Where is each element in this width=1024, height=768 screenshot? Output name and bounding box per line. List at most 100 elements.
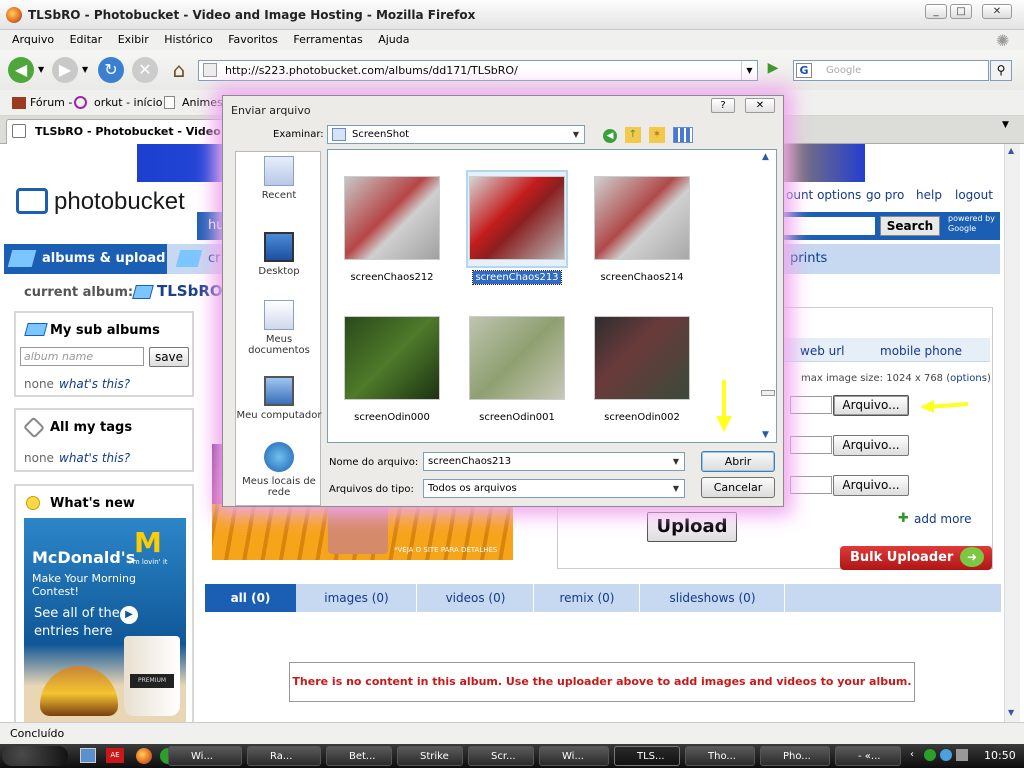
file-scroll-thumb[interactable] bbox=[761, 390, 775, 396]
place-my-documents[interactable]: Meus documentos bbox=[236, 300, 322, 356]
taskbar-item-active[interactable]: TLS... bbox=[614, 746, 680, 766]
filename-dropdown-icon[interactable]: ▼ bbox=[669, 454, 683, 469]
dialog-help-button[interactable]: ? bbox=[711, 98, 735, 113]
menu-favoritos[interactable]: Favoritos bbox=[228, 33, 278, 46]
link-go-pro[interactable]: go pro bbox=[866, 188, 904, 202]
tray-network-icon[interactable] bbox=[940, 749, 952, 761]
taskbar-item-6[interactable]: Wi... bbox=[539, 746, 609, 766]
filetype-dropdown-icon[interactable]: ▼ bbox=[669, 481, 683, 496]
start-button[interactable] bbox=[2, 746, 68, 766]
look-in-dropdown-icon[interactable]: ▼ bbox=[569, 127, 583, 142]
back-icon[interactable]: ◀ bbox=[8, 57, 34, 83]
sub-albums-whats-this[interactable]: what's this? bbox=[59, 377, 130, 391]
maximize-button[interactable]: □ bbox=[950, 4, 972, 19]
file-thumb-chaos213[interactable] bbox=[469, 176, 565, 260]
open-button[interactable]: Abrir bbox=[701, 451, 775, 472]
tab-create-stub[interactable]: cr bbox=[208, 251, 221, 266]
tags-whats-this[interactable]: what's this? bbox=[59, 451, 130, 465]
page-scrollbar[interactable]: ▲ ▼ bbox=[1004, 144, 1020, 722]
taskbar-item-4[interactable]: Strike bbox=[397, 746, 463, 766]
stop-icon[interactable]: ✕ bbox=[132, 57, 158, 83]
home-icon[interactable]: ⌂ bbox=[166, 57, 192, 83]
dialog-close-button[interactable]: ✕ bbox=[745, 98, 775, 113]
taskbar-item-8[interactable]: Tho... bbox=[685, 746, 755, 766]
filter-all[interactable]: all (0) bbox=[205, 584, 296, 612]
tab-list-icon[interactable]: ▼ bbox=[1002, 120, 1009, 130]
add-more-link[interactable]: add more bbox=[914, 512, 972, 526]
file-thumb-odin002[interactable] bbox=[594, 316, 690, 400]
menu-ajuda[interactable]: Ajuda bbox=[378, 33, 409, 46]
tray-chevron-icon[interactable]: ‹ bbox=[910, 749, 914, 760]
taskbar-item-3[interactable]: Bet... bbox=[326, 746, 392, 766]
tray-volume-icon[interactable] bbox=[956, 749, 968, 761]
google-engine-icon[interactable]: G bbox=[796, 63, 812, 78]
menu-editar[interactable]: Editar bbox=[70, 33, 103, 46]
taskbar-item-1[interactable]: Wi... bbox=[168, 746, 242, 766]
pb-search-button[interactable]: Search bbox=[880, 216, 940, 236]
taskbar-item-5[interactable]: Scr... bbox=[468, 746, 534, 766]
bookmark-forum[interactable]: Fórum - bbox=[30, 96, 72, 109]
bulk-uploader-button[interactable]: Bulk Uploader ➜ bbox=[840, 546, 992, 570]
link-help[interactable]: help bbox=[916, 188, 942, 202]
go-icon[interactable]: ▶ bbox=[762, 60, 784, 81]
look-in-select[interactable]: ScreenShot ▼ bbox=[327, 125, 585, 144]
url-field[interactable]: http://s223.photobucket.com/albums/dd171… bbox=[198, 60, 758, 81]
file-scroll-down-icon[interactable]: ▼ bbox=[762, 430, 769, 440]
link-account-options[interactable]: ount options bbox=[786, 188, 861, 202]
quicklaunch-app-icon[interactable]: AE bbox=[106, 748, 124, 763]
file-name-odin000[interactable]: screenOdin000 bbox=[332, 412, 452, 423]
file-thumb-odin000[interactable] bbox=[344, 316, 440, 400]
minimize-button[interactable]: _ bbox=[925, 4, 947, 19]
pb-search-input[interactable] bbox=[780, 217, 875, 235]
place-recent[interactable]: Recent bbox=[236, 156, 322, 201]
file-thumb-odin001[interactable] bbox=[469, 316, 565, 400]
cancel-button[interactable]: Cancelar bbox=[701, 477, 775, 498]
search-go-icon[interactable]: ⚲ bbox=[990, 60, 1012, 81]
file-name-chaos214[interactable]: screenChaos214 bbox=[582, 272, 702, 283]
file-name-odin002[interactable]: screenOdin002 bbox=[582, 412, 702, 423]
bookmark-orkut[interactable]: orkut - início bbox=[94, 96, 162, 109]
menu-exibir[interactable]: Exibir bbox=[118, 33, 149, 46]
filter-remix[interactable]: remix (0) bbox=[535, 584, 640, 612]
menu-arquivo[interactable]: Arquivo bbox=[12, 33, 54, 46]
quicklaunch-desktop-icon[interactable] bbox=[80, 748, 96, 763]
url-dropdown-icon[interactable]: ▼ bbox=[741, 61, 757, 80]
filter-images[interactable]: images (0) bbox=[297, 584, 417, 612]
place-desktop[interactable]: Desktop bbox=[236, 232, 322, 277]
close-button[interactable]: ✕ bbox=[982, 4, 1012, 19]
upload-button[interactable]: Upload bbox=[647, 512, 737, 542]
tab-web-url[interactable]: web url bbox=[800, 344, 845, 358]
filename-input[interactable]: screenChaos213 ▼ bbox=[423, 452, 685, 471]
current-album-name[interactable]: TLSbRO bbox=[157, 282, 223, 300]
view-menu-icon[interactable] bbox=[673, 127, 693, 143]
tab-prints[interactable]: prints bbox=[790, 251, 827, 266]
tab-photobucket[interactable]: TLSbRO - Photobucket - Video and ... bbox=[6, 119, 226, 144]
place-network[interactable]: Meus locais de rede bbox=[236, 442, 322, 498]
options-link[interactable]: options bbox=[950, 373, 987, 384]
back-folder-icon[interactable]: ◀ bbox=[603, 129, 617, 143]
album-name-input[interactable]: album name bbox=[20, 347, 144, 366]
file-scroll-up-icon[interactable]: ▲ bbox=[762, 152, 769, 162]
save-button[interactable]: save bbox=[149, 347, 189, 367]
file-thumb-chaos214[interactable] bbox=[594, 176, 690, 260]
menu-historico[interactable]: Histórico bbox=[164, 33, 212, 46]
taskbar-item-10[interactable]: - «... bbox=[835, 746, 901, 766]
new-folder-icon[interactable]: ✶ bbox=[649, 127, 665, 143]
browse-button-1[interactable]: Arquivo... bbox=[833, 395, 909, 416]
taskbar-item-2[interactable]: Ra... bbox=[247, 746, 321, 766]
tray-messenger-icon[interactable] bbox=[924, 749, 936, 761]
forward-history-icon[interactable]: ▼ bbox=[82, 65, 88, 74]
file-name-chaos212[interactable]: screenChaos212 bbox=[332, 272, 452, 283]
window-titlebar[interactable]: TLSbRO - Photobucket - Video and Image H… bbox=[0, 0, 1024, 30]
mcdonalds-ad[interactable]: McDonald's M i'm lovin' it Make Your Mor… bbox=[24, 518, 186, 722]
scroll-down-icon[interactable]: ▼ bbox=[1008, 708, 1014, 717]
up-folder-icon[interactable]: ↑ bbox=[625, 127, 641, 143]
quicklaunch-firefox-icon[interactable] bbox=[136, 748, 152, 764]
file-input-3[interactable] bbox=[790, 476, 832, 494]
tab-mobile-phone[interactable]: mobile phone bbox=[880, 344, 962, 358]
taskbar-item-9[interactable]: Pho... bbox=[760, 746, 830, 766]
photobucket-logo[interactable]: photobucket bbox=[54, 188, 185, 216]
file-input-2[interactable] bbox=[790, 436, 832, 454]
file-name-chaos213[interactable]: screenChaos213 bbox=[457, 270, 577, 285]
back-history-icon[interactable]: ▼ bbox=[38, 65, 44, 74]
